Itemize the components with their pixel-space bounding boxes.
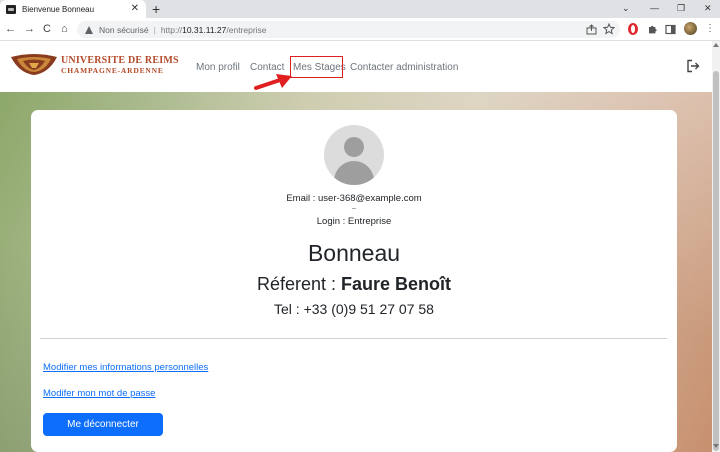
bookmark-star-icon[interactable] xyxy=(603,23,615,35)
profile-separator: – xyxy=(352,205,356,212)
nav-admin-link[interactable]: Contacter administration xyxy=(350,62,458,73)
referent-name: Faure Benoît xyxy=(341,274,452,294)
user-avatar-icon xyxy=(324,125,384,185)
profile-phone: Tel : +33 (0)9 51 27 07 58 xyxy=(274,301,434,317)
logout-button[interactable]: Me déconnecter xyxy=(43,413,163,436)
favicon-icon xyxy=(6,4,16,14)
new-tab-icon[interactable]: + xyxy=(152,2,160,16)
edit-info-link[interactable]: Modifier mes informations personnelles xyxy=(43,362,208,373)
site-header: UNIVERSITE DE REIMS CHAMPAGNE-ARDENNE Mo… xyxy=(0,41,712,92)
extensions-puzzle-icon[interactable] xyxy=(647,24,658,35)
browser-menu-icon[interactable]: ⋮ xyxy=(705,23,715,34)
forward-icon[interactable]: → xyxy=(24,23,35,35)
profile-avatar-icon[interactable] xyxy=(684,22,697,35)
referent-label: Réferent : xyxy=(256,274,342,294)
scroll-up-icon[interactable] xyxy=(713,43,719,47)
profile-referent: Réferent : Faure Benoît xyxy=(31,274,677,295)
security-label[interactable]: Non sécurisé xyxy=(99,25,149,35)
profile-email: Email : user-368@example.com xyxy=(286,193,422,204)
annotation-arrow-icon xyxy=(254,74,292,90)
back-icon[interactable]: ← xyxy=(5,23,16,35)
profile-name: Bonneau xyxy=(307,240,401,266)
address-bar[interactable]: Non sécurisé | http://10.31.11.27/entrepri… xyxy=(77,21,620,38)
page-scrollbar[interactable] xyxy=(712,41,720,452)
side-panel-icon[interactable] xyxy=(665,24,676,35)
logout-icon[interactable] xyxy=(686,59,700,73)
share-icon[interactable] xyxy=(586,24,597,35)
restore-icon[interactable]: ❐ xyxy=(677,3,685,13)
warning-icon[interactable] xyxy=(85,25,93,34)
logo-subtitle: CHAMPAGNE-ARDENNE xyxy=(61,66,164,75)
reload-icon[interactable]: C xyxy=(43,23,51,35)
opera-extension-icon[interactable] xyxy=(628,23,638,35)
scroll-thumb[interactable] xyxy=(713,71,719,451)
edit-password-link[interactable]: Modifer mon mot de passe xyxy=(43,388,155,399)
tab-close-icon[interactable]: ✕ xyxy=(131,4,139,14)
highlight-box xyxy=(290,56,343,78)
profile-login: Login : Entreprise xyxy=(316,216,392,227)
browser-tab-bar: Bienvenue Bonneau ✕ + ⌄ — ❐ ✕ xyxy=(0,0,720,18)
window-close-icon[interactable]: ✕ xyxy=(704,3,712,13)
profile-card: Email : user-368@example.com – Login : E… xyxy=(31,110,677,452)
scroll-down-icon[interactable] xyxy=(713,444,719,448)
divider xyxy=(40,338,667,339)
logo-title: UNIVERSITE DE REIMS xyxy=(61,55,179,66)
url-scheme: http:// xyxy=(160,24,183,35)
minimize-icon[interactable]: — xyxy=(650,3,659,13)
home-icon[interactable]: ⌂ xyxy=(61,23,68,35)
tab-search-icon[interactable]: ⌄ xyxy=(622,3,630,13)
browser-tab[interactable]: Bienvenue Bonneau ✕ xyxy=(0,0,146,18)
url-host: 10.31.11.27 xyxy=(182,24,227,35)
university-logo[interactable] xyxy=(9,53,59,77)
url-path: /entreprise xyxy=(226,24,267,35)
browser-toolbar: ← → C ⌂ Non sécurisé | http://10.31.11.27/… xyxy=(0,18,720,41)
nav-profile-link[interactable]: Mon profil xyxy=(196,62,240,73)
tab-title: Bienvenue Bonneau xyxy=(22,4,95,14)
